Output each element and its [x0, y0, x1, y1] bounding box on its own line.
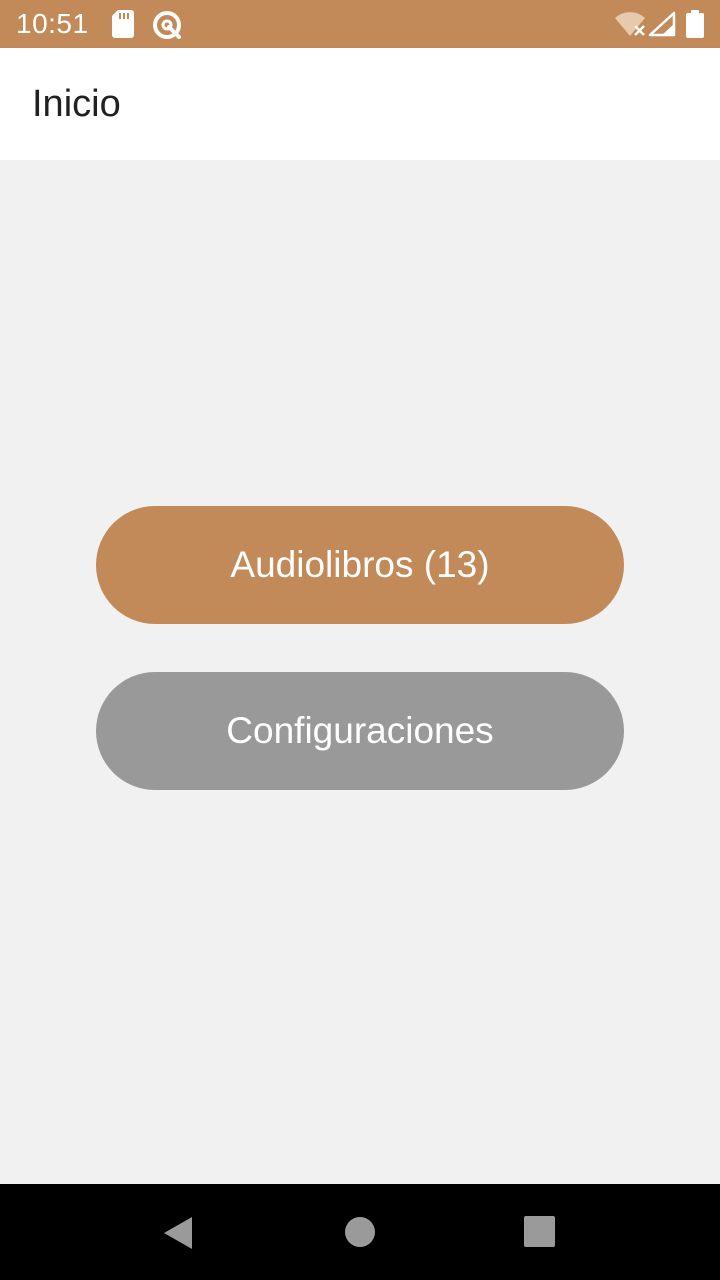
signal-icon — [648, 11, 676, 37]
recents-icon[interactable] — [524, 1216, 555, 1247]
status-bar: 10:51 — [0, 0, 720, 48]
back-icon[interactable] — [162, 1216, 194, 1250]
qr-circle-icon — [153, 11, 181, 39]
page-title: Inicio — [32, 82, 121, 125]
navigation-bar — [0, 1184, 720, 1280]
battery-icon — [686, 10, 704, 38]
home-icon[interactable] — [344, 1216, 376, 1248]
screen: 10:51 Inicio Audiolibros (13) Configurac… — [0, 0, 720, 1280]
audiobooks-button[interactable]: Audiolibros (13) — [96, 506, 624, 624]
wifi-off-icon — [615, 12, 645, 36]
app-bar: Inicio — [0, 48, 720, 160]
sd-card-icon — [112, 10, 134, 38]
settings-button[interactable]: Configuraciones — [96, 672, 624, 790]
status-time: 10:51 — [16, 8, 89, 39]
main-content: Audiolibros (13) Configuraciones — [0, 160, 720, 1184]
